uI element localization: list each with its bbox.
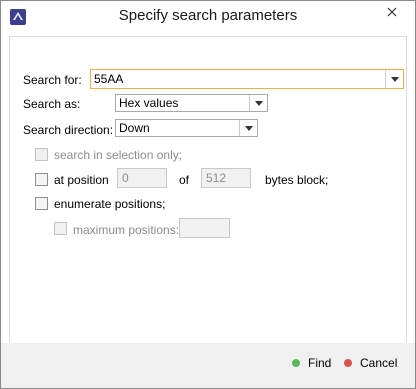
search-for-input[interactable]: 55AA xyxy=(94,72,123,87)
title-bar: Specify search parameters xyxy=(1,1,415,31)
search-for-combobox[interactable]: 55AA xyxy=(90,69,404,89)
position-input[interactable]: 0 xyxy=(117,168,167,188)
selection-only-label: search in selection only; xyxy=(54,148,183,162)
dialog-window: Specify search parameters Search for: 55… xyxy=(0,0,416,389)
close-icon xyxy=(387,7,397,17)
block-size-input[interactable]: 512 xyxy=(201,168,251,188)
bytes-block-label: bytes block; xyxy=(265,173,329,187)
search-as-select[interactable]: Hex values xyxy=(115,94,268,112)
at-position-label: at position xyxy=(54,173,109,187)
search-form-panel: Search for: 55AA Search as: Hex values S… xyxy=(9,36,407,344)
max-positions-checkbox[interactable] xyxy=(54,222,67,235)
enumerate-positions-checkbox[interactable] xyxy=(35,197,48,210)
find-status-dot-icon xyxy=(292,359,300,367)
cancel-button[interactable]: Cancel xyxy=(344,353,397,373)
chevron-down-icon xyxy=(254,100,263,106)
close-button[interactable] xyxy=(377,1,407,23)
search-for-dropdown-button[interactable] xyxy=(385,70,403,88)
search-for-label: Search for: xyxy=(23,73,82,87)
search-as-value: Hex values xyxy=(119,96,179,110)
search-direction-select[interactable]: Down xyxy=(115,119,258,137)
max-positions-label: maximum positions: xyxy=(73,223,180,237)
chevron-down-icon xyxy=(390,76,399,82)
search-direction-label: Search direction: xyxy=(23,123,114,137)
cancel-status-dot-icon xyxy=(344,359,352,367)
search-as-dropdown-button[interactable] xyxy=(249,95,267,111)
selection-only-checkbox[interactable] xyxy=(35,148,48,161)
search-as-label: Search as: xyxy=(23,97,81,111)
of-label: of xyxy=(179,173,190,187)
cancel-button-label: Cancel xyxy=(360,356,398,370)
at-position-checkbox[interactable] xyxy=(35,173,48,186)
search-direction-dropdown-button[interactable] xyxy=(239,120,257,136)
search-direction-value: Down xyxy=(119,121,150,135)
dialog-footer: Find Cancel xyxy=(1,343,415,388)
chevron-down-icon xyxy=(244,125,253,131)
enumerate-positions-label: enumerate positions; xyxy=(54,197,166,211)
max-positions-input[interactable] xyxy=(179,218,230,238)
window-title: Specify search parameters xyxy=(118,7,298,24)
find-button-label: Find xyxy=(308,356,332,370)
find-button[interactable]: Find xyxy=(292,353,331,373)
